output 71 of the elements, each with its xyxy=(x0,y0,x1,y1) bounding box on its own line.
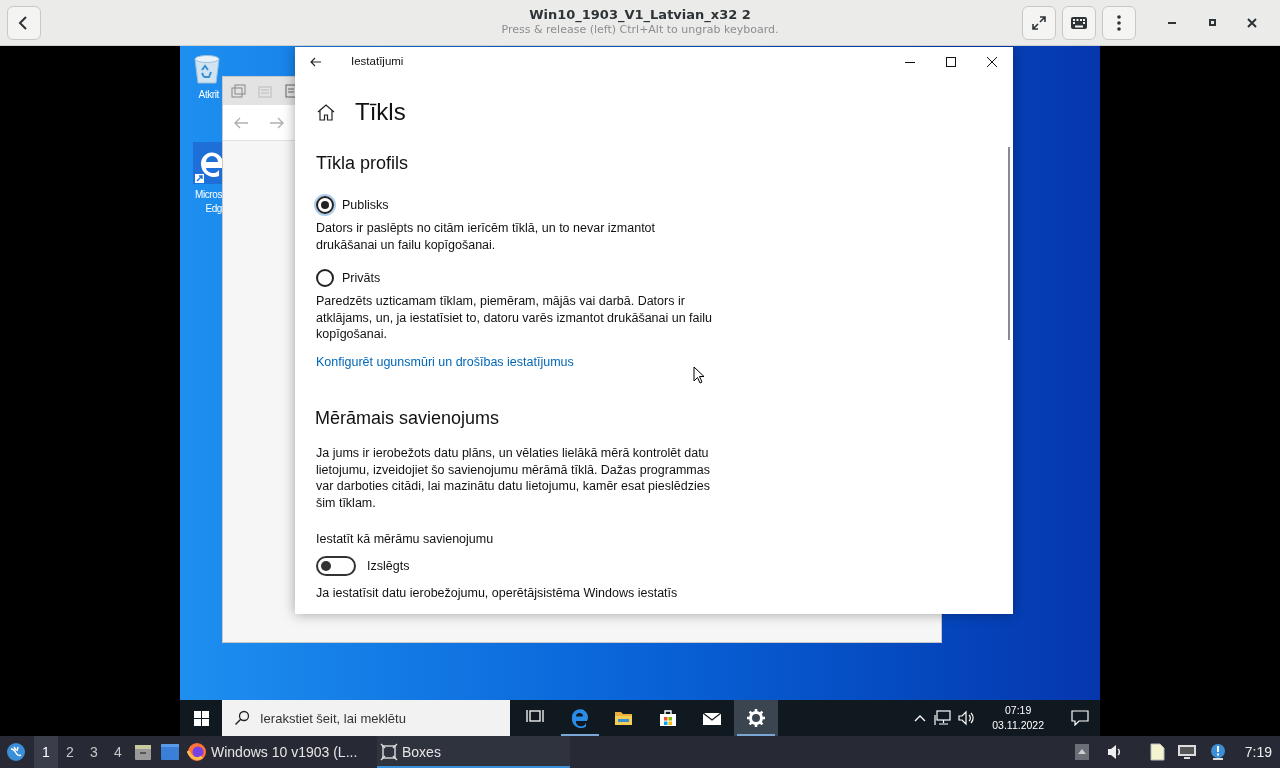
maximize-icon xyxy=(945,57,956,67)
chevron-up-icon[interactable] xyxy=(914,714,927,722)
minimize-icon xyxy=(1168,21,1176,24)
taskbar-app-button[interactable] xyxy=(734,700,778,736)
fox-globe-icon xyxy=(187,742,207,762)
clock[interactable]: 07:19 03.11.2022 xyxy=(986,703,1050,733)
workspace-button[interactable]: 2 xyxy=(58,736,82,768)
close-icon xyxy=(986,57,997,67)
properties-icon[interactable] xyxy=(285,84,297,98)
gear-icon xyxy=(746,708,766,728)
section-description: Ja jums ir ierobežots datu plāns, un vēlaties lielākā mērā kontrolēt datu lietojumu, izveidojiet šo savienojumu mērāmā tīklā. Dažas programmas var darboties citādi, lai mazinātu datu lietojumu, kamēr esat pieslēdzies šim tīklam. xyxy=(316,445,711,512)
radio-label[interactable]: Privāts xyxy=(342,268,381,288)
toggle-state: Izslēgts xyxy=(367,557,410,575)
file-cabinet-icon xyxy=(134,743,152,761)
back-button[interactable] xyxy=(7,5,41,40)
keyboard-button[interactable] xyxy=(1062,5,1096,40)
box-frame-icon xyxy=(380,743,398,761)
menu-button[interactable] xyxy=(1102,5,1136,40)
search-icon xyxy=(234,710,250,726)
upload-icon[interactable] xyxy=(1074,744,1089,760)
fullscreen-button[interactable] xyxy=(1022,5,1056,40)
icon-label: Micros xyxy=(194,188,222,202)
window-title: Iestatījumi xyxy=(351,54,404,70)
page-title: Tīkls xyxy=(355,97,406,127)
maximize-icon xyxy=(1208,19,1216,26)
taskbar-window-button[interactable]: Windows 10 v1903 (L... xyxy=(184,736,377,768)
section-heading: Mērāmais savienojums xyxy=(315,407,501,430)
icon-label: Atkrit xyxy=(198,88,219,102)
info-badge-icon[interactable] xyxy=(1208,743,1227,761)
scrollbar[interactable] xyxy=(1008,147,1010,340)
recycle-bin-icon[interactable] xyxy=(192,54,222,84)
expand-icon xyxy=(1031,14,1047,31)
window-title: Win10_1903_V1_Latvian_x32 2 xyxy=(529,6,751,23)
option-description: Paredzēts uzticamam tīklam, piemēram, mājās vai darbā. Dators ir atklājams, un, ja iestatīsiet to, datoru varēs izmantot drukāšanai un failu kopīgošanai. xyxy=(316,293,714,343)
section-description: Ja iestatīsit datu ierobežojumu, operētājsistēma Windows iestatīs xyxy=(316,585,679,602)
edge-icon xyxy=(570,708,590,728)
section-heading: Tīkla profils xyxy=(316,152,410,174)
option-description: Dators ir paslēpts no citām ierīcēm tīklā, un to nevar izmantot drukāšanai un failu kopīgošanai. xyxy=(316,220,657,253)
cursor-icon xyxy=(693,366,705,384)
edge-icon[interactable] xyxy=(193,142,222,184)
speaker-icon[interactable] xyxy=(958,710,977,726)
speaker-icon[interactable] xyxy=(1106,744,1123,760)
windows-logo-icon xyxy=(193,710,209,726)
shopping-bag-icon xyxy=(658,708,678,728)
workspace-button[interactable]: 4 xyxy=(106,736,130,768)
close-icon xyxy=(1247,17,1257,28)
firewall-link[interactable]: Konfigurēt ugunsmūri un drošības iestatījumus xyxy=(316,352,574,372)
radio-label[interactable]: Publisks xyxy=(342,195,389,215)
menu-icon xyxy=(1117,14,1121,31)
window-icon xyxy=(160,743,180,761)
logo-icon xyxy=(6,742,26,762)
home-icon xyxy=(316,103,335,121)
display-icon[interactable] xyxy=(1176,744,1197,760)
speech-bubble-icon xyxy=(1071,710,1089,726)
toggle-label: Iestatīt kā mērāmu savienojumu xyxy=(316,531,495,548)
radio-button[interactable] xyxy=(316,269,334,287)
search-field[interactable]: Ierakstiet šeit, lai meklētu xyxy=(222,700,510,736)
workspace-button[interactable]: 3 xyxy=(82,736,106,768)
taskbar-window-button[interactable]: Boxes xyxy=(377,736,570,768)
clipboard-icon[interactable] xyxy=(1148,743,1165,761)
back-arrow-icon xyxy=(310,57,322,67)
clock[interactable]: 7:19 xyxy=(1244,741,1272,763)
workspace-button[interactable]: 1 xyxy=(34,736,58,768)
home-button[interactable] xyxy=(316,103,335,121)
keyboard-icon xyxy=(1070,15,1088,30)
minimize-icon xyxy=(904,61,915,63)
network-icon[interactable] xyxy=(934,710,953,726)
toggle-switch[interactable] xyxy=(316,556,356,577)
icon-label: Edg xyxy=(205,202,222,216)
keyboard-hint: Press & release (left) Ctrl+Alt to ungrab keyboard. xyxy=(501,23,779,37)
radio-button[interactable] xyxy=(316,196,334,214)
